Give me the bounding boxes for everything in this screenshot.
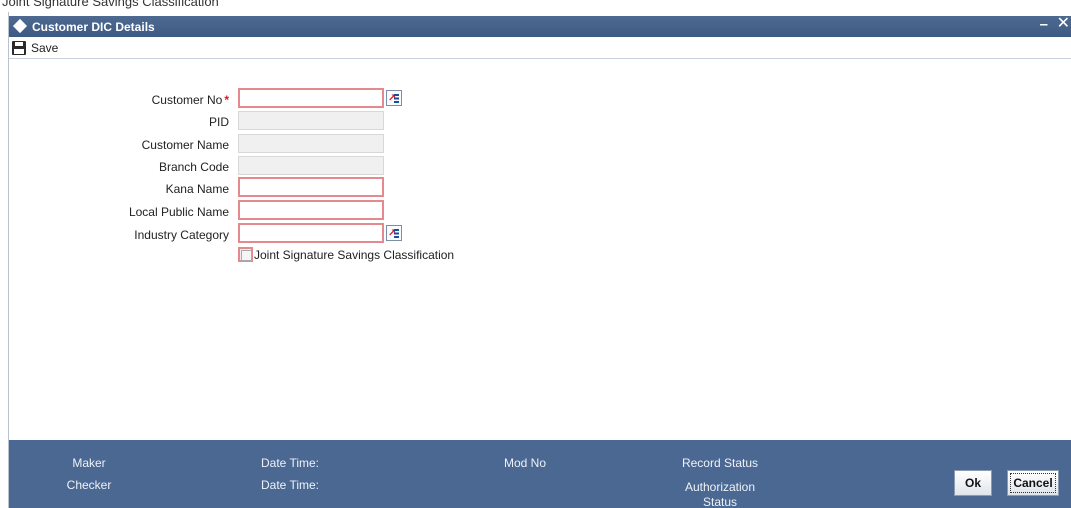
save-button[interactable]: Save — [12, 40, 58, 56]
customer-name-label: Customer Name — [141, 138, 229, 152]
industry-category-input[interactable] — [238, 223, 384, 243]
close-button[interactable]: ✕ — [1057, 16, 1070, 32]
mod-no-label: Mod No — [503, 456, 547, 470]
authorization-status-label: Authorization Status — [684, 480, 756, 508]
record-status-label: Record Status — [681, 456, 759, 470]
window-title: Customer DIC Details — [32, 20, 155, 34]
joint-signature-label: Joint Signature Savings Classification — [254, 247, 455, 262]
toolbar: Save — [9, 37, 1071, 59]
floppy-disk-icon — [12, 41, 26, 55]
ok-button[interactable]: Ok — [954, 470, 992, 496]
cancel-button[interactable]: Cancel — [1007, 470, 1059, 496]
local-public-name-label: Local Public Name — [128, 205, 229, 219]
customer-no-lov-button[interactable]: ↗ — [386, 90, 402, 106]
maker-label: Maker — [72, 456, 106, 470]
diamond-icon — [12, 18, 28, 34]
background-window-text: Joint Signature Savings Classification — [2, 0, 219, 9]
branch-code-label: Branch Code — [158, 160, 229, 174]
customer-no-input[interactable] — [238, 88, 384, 108]
local-public-name-input[interactable] — [238, 200, 384, 220]
pid-label: PID — [208, 115, 229, 129]
checker-label: Checker — [66, 478, 112, 492]
joint-signature-checkbox[interactable] — [238, 247, 253, 262]
checker-date-time-label: Date Time: — [260, 478, 320, 492]
kana-name-label: Kana Name — [165, 182, 229, 196]
customer-no-label: Customer No * — [151, 93, 229, 107]
joint-signature-row: Joint Signature Savings Classification — [238, 247, 454, 262]
minimize-button[interactable]: – — [1040, 17, 1048, 33]
branch-code-field — [238, 156, 384, 175]
window-titlebar[interactable]: Customer DIC Details – ✕ — [9, 16, 1071, 37]
industry-category-label: Industry Category — [134, 228, 229, 242]
save-label: Save — [31, 41, 59, 55]
customer-name-field — [238, 134, 384, 153]
audit-footer: Maker Checker Date Time: Date Time: Mod … — [9, 440, 1071, 508]
industry-category-lov-button[interactable]: ↗ — [386, 225, 402, 241]
maker-date-time-label: Date Time: — [260, 456, 320, 470]
customer-dic-details-window: Customer DIC Details – ✕ Save Customer N… — [8, 12, 1071, 508]
required-asterisk: * — [224, 93, 229, 107]
pid-field — [238, 111, 384, 130]
background-window-strip: Joint Signature Savings Classification — [0, 0, 1071, 12]
kana-name-input[interactable] — [238, 177, 384, 197]
